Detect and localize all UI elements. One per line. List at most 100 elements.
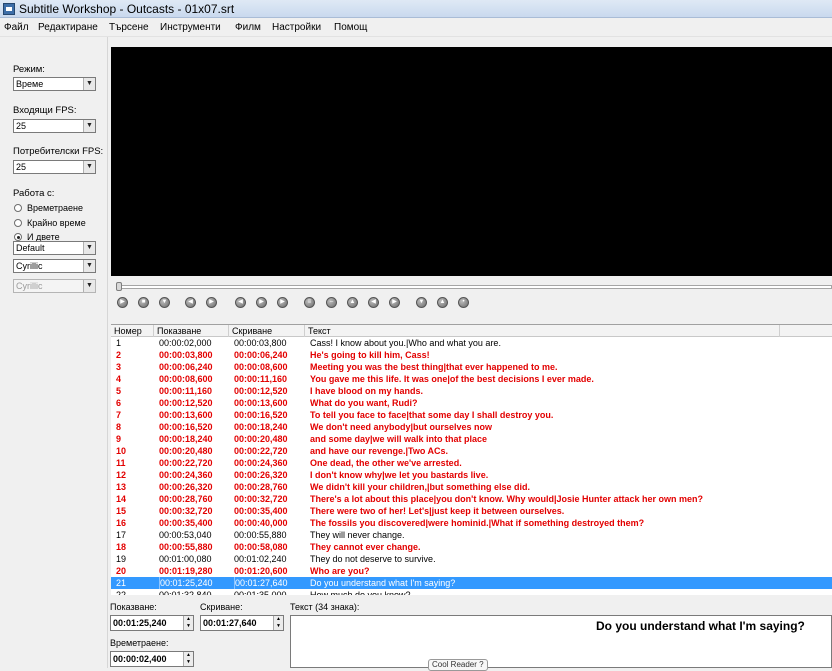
title-bar: Subtitle Workshop - Outcasts - 01x07.srt (0, 0, 832, 18)
row-show-time: 00:00:28,760 (159, 494, 213, 504)
table-row[interactable]: 2 00:00:03,800 00:00:06,240 He's going to k… (111, 349, 832, 361)
seek-thumb[interactable] (116, 282, 122, 291)
row-text: Meeting you was the best thing|that ever… (310, 362, 558, 372)
skip-icon[interactable]: ▶ (277, 297, 288, 308)
row-text: How much do you know? (310, 590, 411, 595)
settings-icon[interactable]: • (458, 297, 469, 308)
radio-circle[interactable] (14, 219, 22, 227)
table-row[interactable]: 4 00:00:08,600 00:00:11,160 You gave me thi… (111, 373, 832, 385)
chevron-down-icon[interactable]: ▼ (83, 242, 95, 254)
radio-circle-checked[interactable] (14, 233, 22, 241)
table-row[interactable]: 6 00:00:12,520 00:00:13,600 What do you wan… (111, 397, 832, 409)
chevron-down-icon[interactable]: ▼ (83, 260, 95, 272)
row-show-time: 00:00:08,600 (159, 374, 213, 384)
download-icon[interactable]: ▼ (416, 297, 427, 308)
prev-icon[interactable]: ◀ (368, 297, 379, 308)
window-title: Subtitle Workshop - Outcasts - 01x07.srt (19, 1, 235, 16)
user-fps-value: 25 (16, 162, 27, 172)
subtitle-text-editor[interactable]: Do you understand what I'm saying? Cool … (290, 615, 832, 671)
upload-icon[interactable]: ▲ (437, 297, 448, 308)
table-row[interactable]: 17 00:00:53,040 00:00:55,880 They will neve… (111, 529, 832, 541)
menu-file[interactable]: Файл (4, 22, 29, 33)
row-text: I don't know why|we let you bastards liv… (310, 470, 489, 480)
table-row[interactable]: 8 00:00:16,520 00:00:18,240 We don't need a… (111, 421, 832, 433)
table-row[interactable]: 9 00:00:18,240 00:00:20,480 and some day|we… (111, 433, 832, 445)
show-time-input[interactable]: 00:01:25,240 ▲ ▼ (110, 615, 194, 631)
table-row[interactable]: 18 00:00:55,880 00:00:58,080 They cannot ev… (111, 541, 832, 553)
col-show[interactable]: Показване (154, 325, 229, 337)
minus-icon[interactable]: – (326, 297, 337, 308)
fast-forward-icon[interactable]: ▶ (256, 297, 267, 308)
row-show-time: 00:01:25,240 (159, 577, 213, 589)
spin-arrows-icon[interactable]: ▲ ▼ (273, 616, 283, 630)
table-row[interactable]: 1 00:00:02,000 00:00:03,800 Cass! I know ab… (111, 337, 832, 349)
table-row[interactable]: 19 00:01:00,080 00:01:02,240 They do not de… (111, 553, 832, 565)
charset-select[interactable]: Cyrillic ▼ (13, 259, 96, 273)
list-icon[interactable]: ≡ (304, 297, 315, 308)
table-row[interactable]: 7 00:00:13,600 00:00:16,520 To tell you fac… (111, 409, 832, 421)
table-row[interactable]: 21 00:01:25,240 00:01:27,640 Do you underst… (111, 577, 832, 589)
col-text[interactable]: Текст (305, 325, 780, 337)
row-text: He's going to kill him, Cass! (310, 350, 430, 360)
row-hide-time: 00:00:06,240 (234, 350, 288, 360)
menu-settings[interactable]: Настройки (272, 22, 321, 33)
row-number: 1 (116, 338, 122, 348)
subtitle-grid[interactable]: Номер Показване Скриване Текст 1 00:00:02… (111, 324, 832, 595)
video-preview[interactable] (111, 47, 832, 276)
menu-movie[interactable]: Филм (235, 22, 261, 33)
style-select[interactable]: Default ▼ (13, 241, 96, 255)
menu-edit[interactable]: Редактиране (38, 22, 98, 33)
row-number: 2 (116, 350, 122, 360)
mode-select[interactable]: Време ▼ (13, 77, 96, 91)
col-number[interactable]: Номер (111, 325, 154, 337)
row-text: There's a lot about this place|you don't… (310, 494, 704, 504)
table-row[interactable]: 14 00:00:28,760 00:00:32,720 There's a lot … (111, 493, 832, 505)
table-row[interactable]: 10 00:00:20,480 00:00:22,720 and have our r… (111, 445, 832, 457)
row-text: and have our revenge.|Two ACs. (310, 446, 449, 456)
table-row[interactable]: 13 00:00:26,320 00:00:28,760 We didn't kill… (111, 481, 832, 493)
radio-duration[interactable]: Времетраене (14, 203, 83, 213)
row-text: I have blood on my hands. (310, 386, 424, 396)
chevron-down-icon[interactable]: ▼ (83, 78, 95, 90)
stop-icon[interactable]: ■ (138, 297, 149, 308)
next-icon[interactable]: ▶ (389, 297, 400, 308)
table-row[interactable]: 20 00:01:19,280 00:01:20,600 Who are you? (111, 565, 832, 577)
duration-input[interactable]: 00:00:02,400 ▲ ▼ (110, 651, 194, 667)
input-fps-select[interactable]: 25 ▼ (13, 119, 96, 133)
radio-end-time[interactable]: Крайно време (14, 218, 86, 228)
row-show-time: 00:00:18,240 (159, 434, 213, 444)
table-row[interactable]: 22 00:01:32,840 00:01:35,000 How much do yo… (111, 589, 832, 595)
forward-icon[interactable]: ▶ (206, 297, 217, 308)
col-hide[interactable]: Скриване (229, 325, 305, 337)
user-fps-select[interactable]: 25 ▼ (13, 160, 96, 174)
spin-arrows-icon[interactable]: ▲ ▼ (183, 652, 193, 666)
back-icon[interactable]: ◀ (185, 297, 196, 308)
table-row[interactable]: 12 00:00:24,360 00:00:26,320 I don't know w… (111, 469, 832, 481)
menu-tools[interactable]: Инструменти (160, 22, 221, 33)
row-number: 19 (116, 554, 127, 564)
hide-time-input[interactable]: 00:01:27,640 ▲ ▼ (200, 615, 284, 631)
row-hide-time: 00:00:22,720 (234, 446, 288, 456)
chevron-down-icon[interactable]: ▼ (83, 120, 95, 132)
step-down-icon[interactable]: ▼ (159, 297, 170, 308)
table-row[interactable]: 5 00:00:11,160 00:00:12,520 I have blood on… (111, 385, 832, 397)
row-text: They do not deserve to survive. (310, 554, 436, 564)
rewind-icon[interactable]: ◀ (235, 297, 246, 308)
menu-help[interactable]: Помощ (334, 22, 367, 33)
menu-search[interactable]: Търсене (109, 22, 149, 33)
seek-bar[interactable] (116, 285, 832, 289)
row-show-time: 00:00:06,240 (159, 362, 213, 372)
radio-circle[interactable] (14, 204, 22, 212)
table-row[interactable]: 3 00:00:06,240 00:00:08,600 Meeting you was… (111, 361, 832, 373)
table-row[interactable]: 16 00:00:35,400 00:00:40,000 The fossils yo… (111, 517, 832, 529)
up-icon[interactable]: ▲ (347, 297, 358, 308)
table-row[interactable]: 15 00:00:32,720 00:00:35,400 There were two… (111, 505, 832, 517)
table-row[interactable]: 11 00:00:22,720 00:00:24,360 One dead, the … (111, 457, 832, 469)
play-icon[interactable]: ▶ (117, 297, 128, 308)
spin-arrows-icon[interactable]: ▲ ▼ (183, 616, 193, 630)
row-text: Do you understand what I'm saying? (310, 578, 456, 588)
row-show-time: 00:00:35,400 (159, 518, 213, 528)
row-show-time: 00:00:13,600 (159, 410, 213, 420)
chevron-down-icon[interactable]: ▼ (83, 161, 95, 173)
subtitle-text-value[interactable]: Do you understand what I'm saying? (596, 619, 805, 633)
